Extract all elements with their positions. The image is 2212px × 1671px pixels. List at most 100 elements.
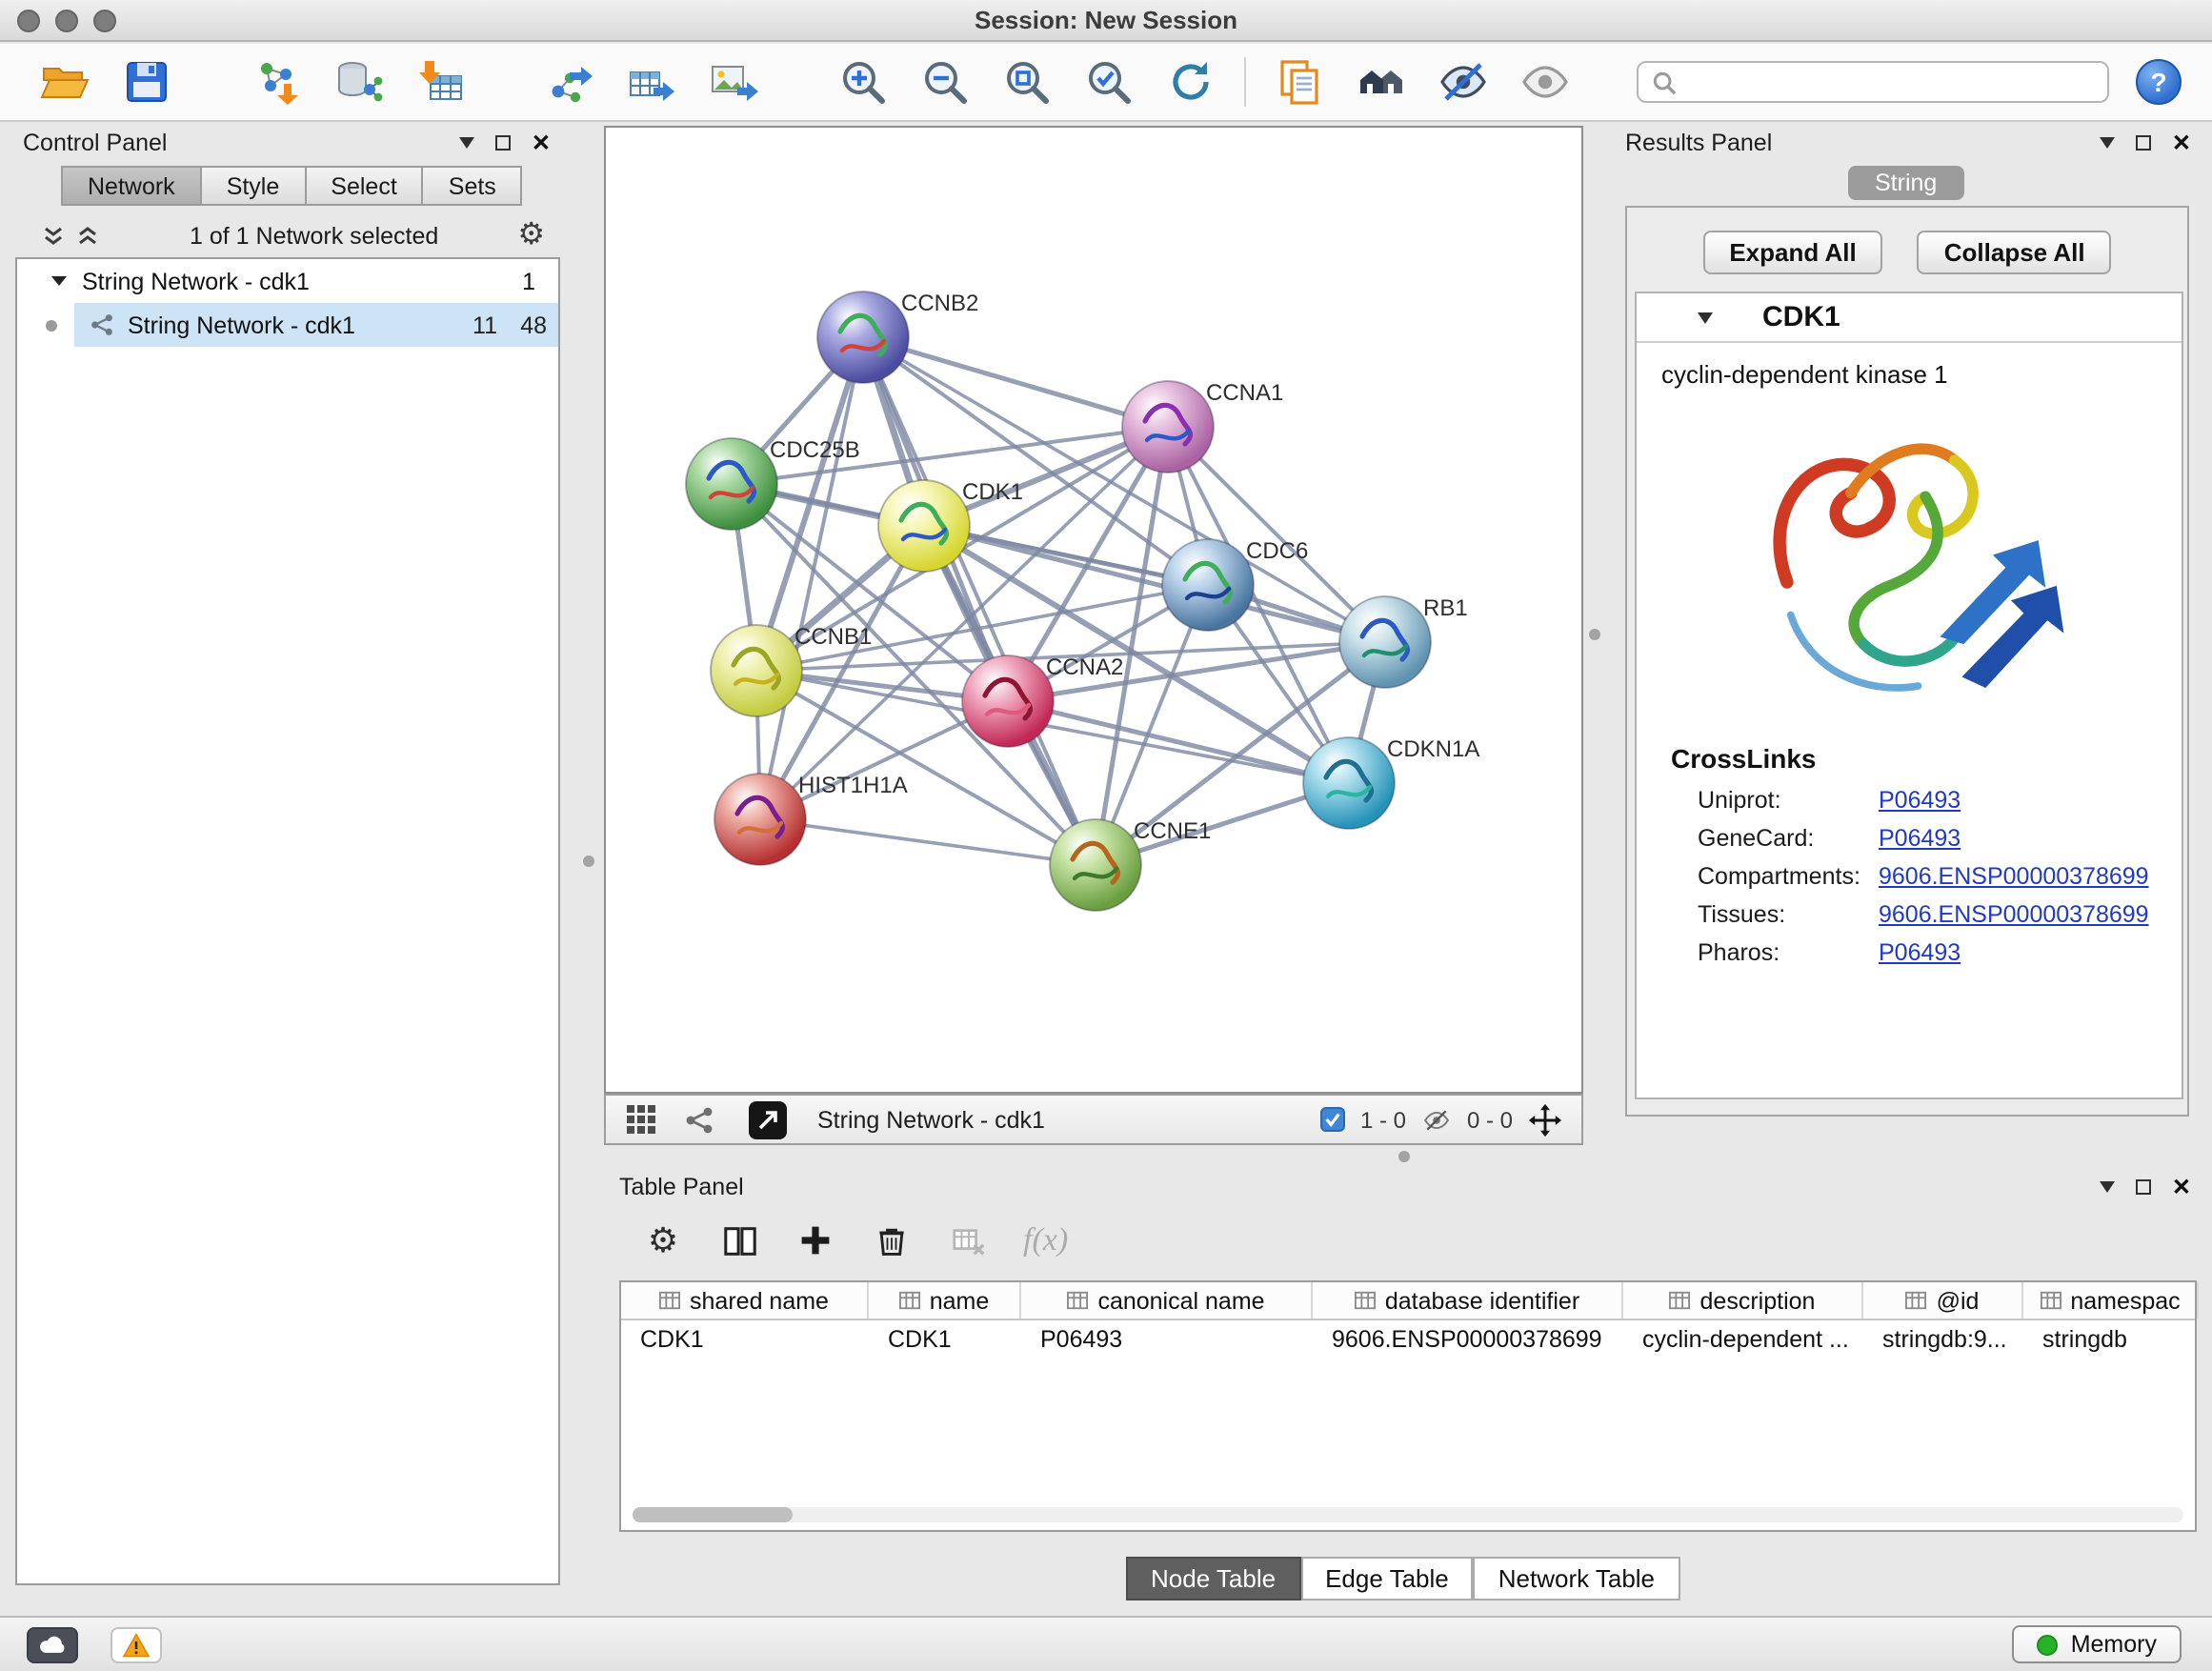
window-minimize-button[interactable] xyxy=(55,9,78,31)
table-settings-gear-icon[interactable]: ⚙ xyxy=(642,1219,684,1261)
import-network-database-button[interactable] xyxy=(330,53,387,111)
delete-column-icon[interactable] xyxy=(871,1219,913,1261)
collapse-tree-icon[interactable] xyxy=(76,225,99,248)
expand-all-button[interactable]: Expand All xyxy=(1702,231,1882,274)
node-HIST1H1A[interactable] xyxy=(714,774,806,865)
crosslink-link[interactable]: P06493 xyxy=(1879,787,1961,814)
help-button[interactable]: ? xyxy=(2136,59,2182,105)
zoom-out-button[interactable] xyxy=(916,53,974,111)
node-CCNE1[interactable] xyxy=(1050,819,1141,911)
hide-panels-button[interactable] xyxy=(1435,53,1492,111)
function-builder-icon[interactable]: f(x) xyxy=(1023,1221,1068,1259)
network-row[interactable]: String Network - cdk1 11 48 xyxy=(17,303,558,347)
zoom-fit-button[interactable] xyxy=(998,53,1056,111)
column-header--id[interactable]: @id xyxy=(1863,1282,2023,1319)
gear-icon[interactable]: ⚙ xyxy=(517,221,545,252)
column-header-description[interactable]: description xyxy=(1623,1282,1863,1319)
copy-button[interactable] xyxy=(1271,53,1328,111)
node-CDC6[interactable] xyxy=(1162,539,1254,631)
save-session-button[interactable] xyxy=(118,53,175,111)
scrollbar-thumb[interactable] xyxy=(633,1507,793,1522)
crosslink-link[interactable]: P06493 xyxy=(1879,825,1961,852)
tab-node-table[interactable]: Node Table xyxy=(1126,1557,1300,1601)
zoom-in-button[interactable] xyxy=(835,53,892,111)
show-columns-icon[interactable] xyxy=(718,1219,760,1261)
crosslink-link[interactable]: P06493 xyxy=(1879,939,1961,966)
node-CDKN1A[interactable] xyxy=(1303,737,1395,829)
column-header-canonical-name[interactable]: canonical name xyxy=(1021,1282,1313,1319)
splitter-handle[interactable] xyxy=(1589,629,1600,640)
tab-string[interactable]: String xyxy=(1848,166,1963,200)
table-row[interactable]: CDK1CDK1P064939606.ENSP00000378699cyclin… xyxy=(621,1320,2195,1359)
network-view-icon[interactable] xyxy=(684,1104,714,1135)
node-CCNA2[interactable] xyxy=(962,655,1054,747)
panel-close-icon[interactable]: ✕ xyxy=(532,131,551,154)
node-CDK1[interactable] xyxy=(878,480,970,572)
tab-network[interactable]: Network xyxy=(61,166,202,206)
hidden-eye-icon[interactable] xyxy=(1421,1106,1452,1133)
column-header-namespac[interactable]: namespac xyxy=(2023,1282,2199,1319)
node-CCNB2[interactable] xyxy=(817,292,909,383)
grid-view-icon[interactable] xyxy=(625,1103,657,1136)
splitter-handle[interactable] xyxy=(583,856,594,867)
splitter-handle[interactable] xyxy=(1398,1151,1410,1162)
edge-CCNB2-CCNA1[interactable] xyxy=(863,337,1168,427)
panel-maximize-icon[interactable] xyxy=(2136,135,2151,151)
panel-close-icon[interactable]: ✕ xyxy=(2172,1176,2191,1198)
delete-table-icon[interactable] xyxy=(947,1219,989,1261)
application-window: Session: New Session ? Control Panel xyxy=(0,0,2212,1671)
panel-float-icon[interactable] xyxy=(2100,1181,2115,1193)
window-close-button[interactable] xyxy=(17,9,40,31)
node-CCNB1[interactable] xyxy=(711,625,802,716)
add-column-icon[interactable] xyxy=(794,1219,836,1261)
tab-select[interactable]: Select xyxy=(306,166,424,206)
network-collection-row[interactable]: String Network - cdk1 1 xyxy=(17,259,558,303)
crosslink-link[interactable]: 9606.ENSP00000378699 xyxy=(1879,863,2149,890)
node-CDC25B[interactable] xyxy=(686,438,777,530)
search-input[interactable] xyxy=(1686,69,2107,95)
export-network-button[interactable] xyxy=(541,53,598,111)
collapse-all-button[interactable]: Collapse All xyxy=(1918,231,2112,274)
network-canvas[interactable]: CCNB2CCNA1CDC25BCDK1CDC6RB1CCNB1CCNA2CDK… xyxy=(604,126,1583,1094)
collapse-entry-icon[interactable] xyxy=(1698,312,1713,323)
cloud-status-button[interactable] xyxy=(27,1626,78,1662)
zoom-selected-button[interactable] xyxy=(1080,53,1137,111)
pan-crosshair-icon[interactable] xyxy=(1528,1102,1562,1137)
network-row-selection[interactable]: String Network - cdk1 11 48 xyxy=(74,303,558,347)
crosslink-link[interactable]: 9606.ENSP00000378699 xyxy=(1879,901,2149,928)
home-button[interactable] xyxy=(1353,53,1410,111)
expand-tree-icon[interactable] xyxy=(42,225,65,248)
column-header-shared-name[interactable]: shared name xyxy=(621,1282,869,1319)
refresh-view-button[interactable] xyxy=(1162,53,1219,111)
edge-HIST1H1A-CCNE1[interactable] xyxy=(760,819,1096,865)
column-header-name[interactable]: name xyxy=(869,1282,1021,1319)
node-CCNA1[interactable] xyxy=(1122,381,1214,473)
tab-edge-table[interactable]: Edge Table xyxy=(1300,1557,1474,1601)
panel-float-icon[interactable] xyxy=(2100,137,2115,149)
node-RB1[interactable] xyxy=(1339,596,1431,688)
tab-sets[interactable]: Sets xyxy=(424,166,523,206)
panel-close-icon[interactable]: ✕ xyxy=(2172,131,2191,154)
memory-label: Memory xyxy=(2071,1631,2157,1658)
show-panels-button[interactable] xyxy=(1517,53,1574,111)
import-network-file-button[interactable] xyxy=(248,53,305,111)
import-table-button[interactable] xyxy=(412,53,469,111)
selected-checkbox[interactable] xyxy=(1320,1107,1345,1132)
horizontal-scrollbar[interactable] xyxy=(633,1507,2183,1522)
warnings-button[interactable] xyxy=(111,1626,162,1662)
window-zoom-button[interactable] xyxy=(93,9,116,31)
detach-view-button[interactable] xyxy=(749,1100,787,1138)
open-session-button[interactable] xyxy=(36,53,93,111)
panel-maximize-icon[interactable] xyxy=(2136,1179,2151,1195)
tree-expander-icon[interactable] xyxy=(51,276,67,286)
tab-style[interactable]: Style xyxy=(202,166,307,206)
edge-HIST1H1A-CCNB2[interactable] xyxy=(760,337,863,819)
column-header-database-identifier[interactable]: database identifier xyxy=(1313,1282,1623,1319)
panel-float-icon[interactable] xyxy=(459,137,474,149)
export-table-button[interactable] xyxy=(623,53,680,111)
panel-maximize-icon[interactable] xyxy=(495,135,511,151)
export-image-button[interactable] xyxy=(705,53,762,111)
memory-button[interactable]: Memory xyxy=(2012,1625,2182,1663)
gene-entry-header[interactable]: CDK1 xyxy=(1637,293,2182,343)
tab-network-table[interactable]: Network Table xyxy=(1474,1557,1679,1601)
